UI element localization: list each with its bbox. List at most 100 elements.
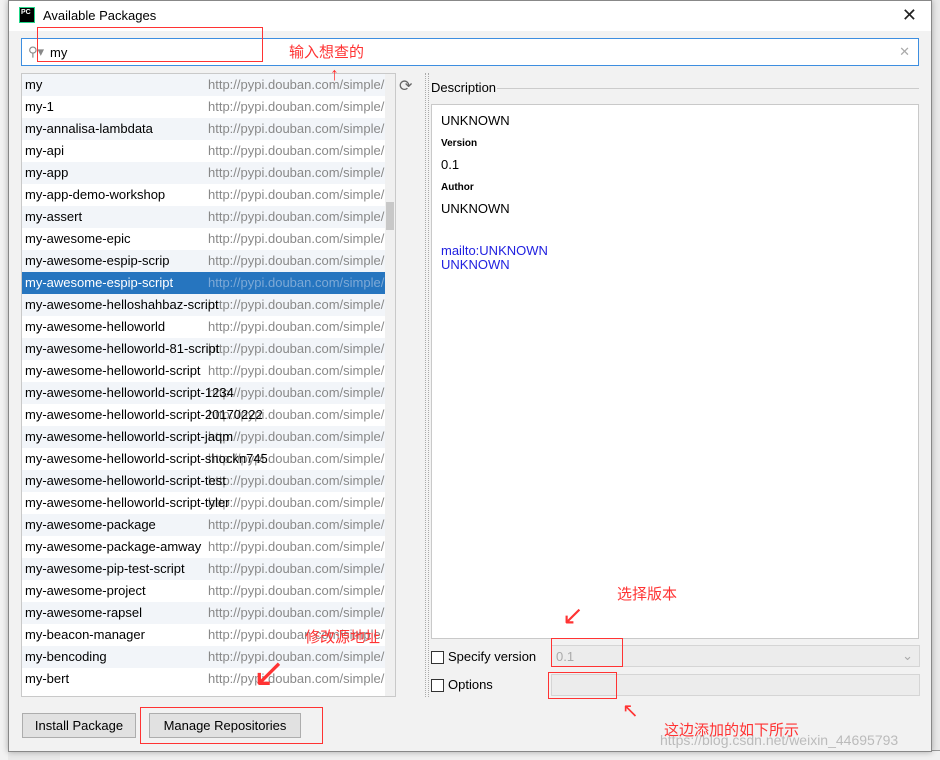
package-url: http://pypi.douban.com/simple/ bbox=[208, 294, 385, 316]
package-name: my-awesome-pip-test-script bbox=[25, 561, 185, 576]
package-name: my-awesome-helloworld-81-script bbox=[25, 341, 220, 356]
author-label: Author bbox=[441, 182, 474, 193]
mailto-link[interactable]: mailto:UNKNOWN bbox=[441, 244, 909, 258]
package-url: http://pypi.douban.com/simple/ bbox=[208, 206, 385, 228]
divider bbox=[497, 88, 919, 89]
package-name: my-awesome-helloworld-script bbox=[25, 363, 201, 378]
available-packages-dialog: PC Available Packages ✕ ⚲▾ my ✕ http://p… bbox=[8, 0, 932, 752]
package-name: my-annalisa-lambdata bbox=[25, 121, 153, 136]
checkbox-icon[interactable] bbox=[431, 679, 444, 693]
background-ide bbox=[0, 0, 8, 760]
list-item[interactable]: http://pypi.douban.com/simple/my-bencodi… bbox=[22, 646, 395, 668]
annotation-box-search bbox=[37, 27, 263, 62]
package-name: my-awesome-helloworld-script-test bbox=[25, 473, 226, 488]
package-name: my-awesome-package bbox=[25, 517, 156, 532]
list-item[interactable] bbox=[22, 690, 395, 696]
list-item[interactable]: http://pypi.douban.com/simple/my-awesome… bbox=[22, 250, 395, 272]
list-item[interactable]: http://pypi.douban.com/simple/my bbox=[22, 74, 395, 96]
package-url: http://pypi.douban.com/simple/ bbox=[208, 118, 385, 140]
package-url: http://pypi.douban.com/simple/ bbox=[208, 646, 385, 668]
package-name: my-app bbox=[25, 165, 69, 180]
package-name: my-1 bbox=[25, 99, 54, 114]
package-name: my-awesome-helloworld-script-1234 bbox=[25, 385, 234, 400]
package-name: my-awesome-helloworld-script-jaqm bbox=[25, 429, 234, 444]
version-value: 0.1 bbox=[441, 157, 460, 172]
clear-icon[interactable]: ✕ bbox=[899, 44, 910, 60]
watermark: https://blog.csdn.net/weixin_44695793 bbox=[660, 732, 899, 748]
list-item[interactable]: http://pypi.douban.com/simple/my-awesome… bbox=[22, 448, 395, 470]
package-url: http://pypi.douban.com/simple/ bbox=[208, 231, 385, 246]
list-item[interactable]: http://pypi.douban.com/simple/my-awesome… bbox=[22, 426, 395, 448]
description-panel: UNKNOWN Version 0.1 Author UNKNOWN mailt… bbox=[431, 104, 919, 639]
package-list[interactable]: http://pypi.douban.com/simple/my http://p… bbox=[21, 73, 396, 697]
package-url: http://pypi.douban.com/simple/ bbox=[208, 426, 385, 448]
list-item[interactable]: http://pypi.douban.com/simple/my-awesome… bbox=[22, 492, 395, 514]
list-item[interactable]: http://pypi.douban.com/simple/my-awesome… bbox=[22, 294, 395, 316]
options-checkbox[interactable]: Options bbox=[431, 674, 493, 696]
list-item[interactable]: http://pypi.douban.com/simple/my-app bbox=[22, 162, 395, 184]
package-url: http://pypi.douban.com/simple/ bbox=[208, 382, 385, 404]
package-name: my-awesome-epic bbox=[25, 231, 131, 246]
package-url: http://pypi.douban.com/simple/ bbox=[208, 495, 385, 510]
package-name: my-awesome-helloworld-script-shockn745 bbox=[25, 451, 268, 466]
package-name: my-awesome-helloworld-script-20170222 bbox=[25, 407, 263, 422]
annotation-box-options bbox=[548, 672, 617, 699]
annotation-repos: 修改源地址 bbox=[305, 629, 381, 646]
package-name: my-awesome-helloworld bbox=[25, 319, 166, 334]
list-item[interactable]: http://pypi.douban.com/simple/my-awesome… bbox=[22, 470, 395, 492]
package-url: http://pypi.douban.com/simple/ bbox=[208, 99, 385, 114]
list-item[interactable]: http://pypi.douban.com/simple/my-awesome… bbox=[22, 272, 395, 294]
list-item[interactable]: http://pypi.douban.com/simple/my-1 bbox=[22, 96, 395, 118]
list-item[interactable]: http://pypi.douban.com/simple/my-awesome… bbox=[22, 558, 395, 580]
list-item[interactable]: http://pypi.douban.com/simple/my-awesome… bbox=[22, 404, 395, 426]
package-name: my-awesome-helloworld-script-tyler bbox=[25, 495, 230, 510]
list-item[interactable]: http://pypi.douban.com/simple/my-awesome… bbox=[22, 228, 395, 250]
package-url: http://pypi.douban.com/simple/ bbox=[208, 363, 385, 378]
list-item[interactable]: http://pypi.douban.com/simple/my-assert bbox=[22, 206, 395, 228]
package-name: my-awesome-espip-script bbox=[25, 275, 174, 290]
arrow-up-icon: ↑ bbox=[330, 64, 339, 84]
arrow-down-left-icon: ↙ bbox=[562, 600, 584, 630]
list-item[interactable]: http://pypi.douban.com/simple/my-awesome… bbox=[22, 360, 395, 382]
specify-version-checkbox[interactable]: Specify version bbox=[431, 646, 536, 668]
package-url: http://pypi.douban.com/simple/ bbox=[208, 602, 385, 624]
list-item[interactable]: http://pypi.douban.com/simple/my-awesome… bbox=[22, 580, 395, 602]
package-name: my-assert bbox=[25, 209, 83, 224]
package-url: http://pypi.douban.com/simple/ bbox=[208, 74, 385, 96]
list-item[interactable]: http://pypi.douban.com/simple/my-bert bbox=[22, 668, 395, 690]
arrow-down-icon: ↙ bbox=[252, 651, 286, 695]
package-url: http://pypi.douban.com/simple/ bbox=[208, 250, 385, 272]
description-label: Description bbox=[431, 80, 497, 95]
author-value: UNKNOWN bbox=[441, 201, 510, 216]
list-item[interactable]: http://pypi.douban.com/simple/my-awesome… bbox=[22, 514, 395, 536]
splitter-handle[interactable] bbox=[425, 73, 429, 697]
list-item[interactable]: http://pypi.douban.com/simple/my-awesome… bbox=[22, 602, 395, 624]
package-name: my-awesome-espip-scrip bbox=[25, 253, 170, 268]
package-url: http://pypi.douban.com/simple/ bbox=[208, 583, 385, 598]
list-item[interactable]: http://pypi.douban.com/simple/my-awesome… bbox=[22, 316, 395, 338]
list-item[interactable]: http://pypi.douban.com/simple/my-awesome… bbox=[22, 536, 395, 558]
package-url: http://pypi.douban.com/simple/ bbox=[208, 143, 385, 158]
package-name: my-awesome-package-amway bbox=[25, 539, 202, 554]
checkbox-icon[interactable] bbox=[431, 651, 444, 665]
annotation-box-repos bbox=[140, 707, 323, 744]
package-name: my-awesome-helloshahbaz-script bbox=[25, 297, 219, 312]
package-url: http://pypi.douban.com/simple/ bbox=[208, 319, 385, 334]
package-name: my-api bbox=[25, 143, 65, 158]
list-item[interactable]: http://pypi.douban.com/simple/my-annalis… bbox=[22, 118, 395, 140]
scrollbar[interactable] bbox=[385, 74, 395, 696]
package-name: my-awesome-project bbox=[25, 583, 146, 598]
arrow-up-left-icon: ↖ bbox=[622, 700, 639, 722]
list-item[interactable]: http://pypi.douban.com/simple/my-app-dem… bbox=[22, 184, 395, 206]
package-url: http://pypi.douban.com/simple/ bbox=[208, 470, 385, 492]
refresh-icon[interactable]: ⟳ bbox=[399, 76, 412, 96]
install-package-button[interactable]: Install Package bbox=[22, 713, 136, 738]
list-item[interactable]: http://pypi.douban.com/simple/my-api bbox=[22, 140, 395, 162]
list-item[interactable]: http://pypi.douban.com/simple/my-awesome… bbox=[22, 338, 395, 360]
close-icon[interactable]: ✕ bbox=[902, 5, 917, 26]
package-url: http://pypi.douban.com/simple/ bbox=[208, 338, 385, 360]
list-item[interactable]: http://pypi.douban.com/simple/my-awesome… bbox=[22, 382, 395, 404]
chevron-down-icon: ⌄ bbox=[902, 648, 913, 663]
mail-link-text[interactable]: UNKNOWN bbox=[441, 258, 909, 272]
scrollbar-thumb[interactable] bbox=[386, 202, 394, 230]
